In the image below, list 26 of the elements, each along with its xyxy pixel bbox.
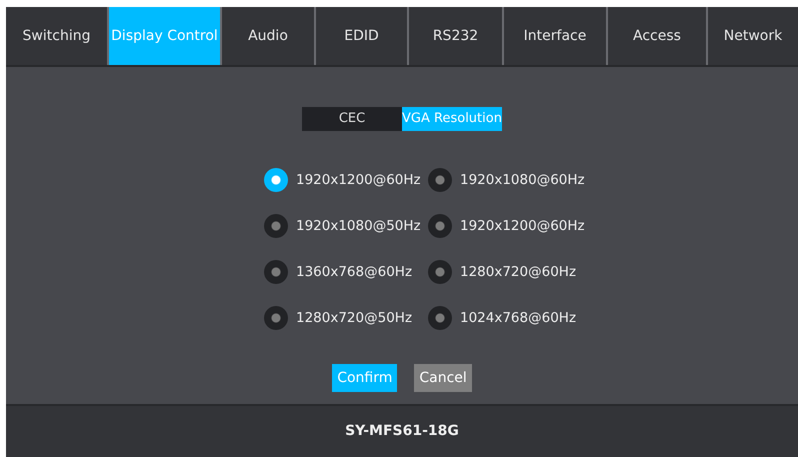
radio-button[interactable] [264,306,288,330]
nav-tab[interactable]: Access [606,7,706,65]
radio-button[interactable] [428,260,452,284]
resolution-label: 1280x720@50Hz [296,308,412,328]
nav-tab[interactable]: Switching [6,7,107,65]
radio-button[interactable] [428,214,452,238]
resolution-label: 1024x768@60Hz [460,308,576,328]
radio-button[interactable] [264,168,288,192]
radio-button[interactable] [428,168,452,192]
resolution-label: 1920x1080@50Hz [296,216,421,236]
resolution-label: 1920x1200@60Hz [296,170,421,190]
nav-tab[interactable]: Interface [502,7,606,65]
nav-tab[interactable]: Network [706,7,798,65]
resolution-label: 1360x768@60Hz [296,262,412,282]
resolution-label: 1920x1200@60Hz [460,216,585,236]
radio-button[interactable] [428,306,452,330]
radio-button[interactable] [264,214,288,238]
nav-tab[interactable]: EDID [314,7,407,65]
nav-tab[interactable]: RS232 [407,7,502,65]
resolution-label: 1280x720@60Hz [460,262,576,282]
nav-tab[interactable]: Audio [220,7,314,65]
cancel-button[interactable]: Cancel [414,364,472,392]
resolution-label: 1920x1080@60Hz [460,170,585,190]
sub-tab[interactable]: CEC [302,107,402,131]
device-model: SY-MFS61-18G [345,422,459,441]
radio-button[interactable] [264,260,288,284]
